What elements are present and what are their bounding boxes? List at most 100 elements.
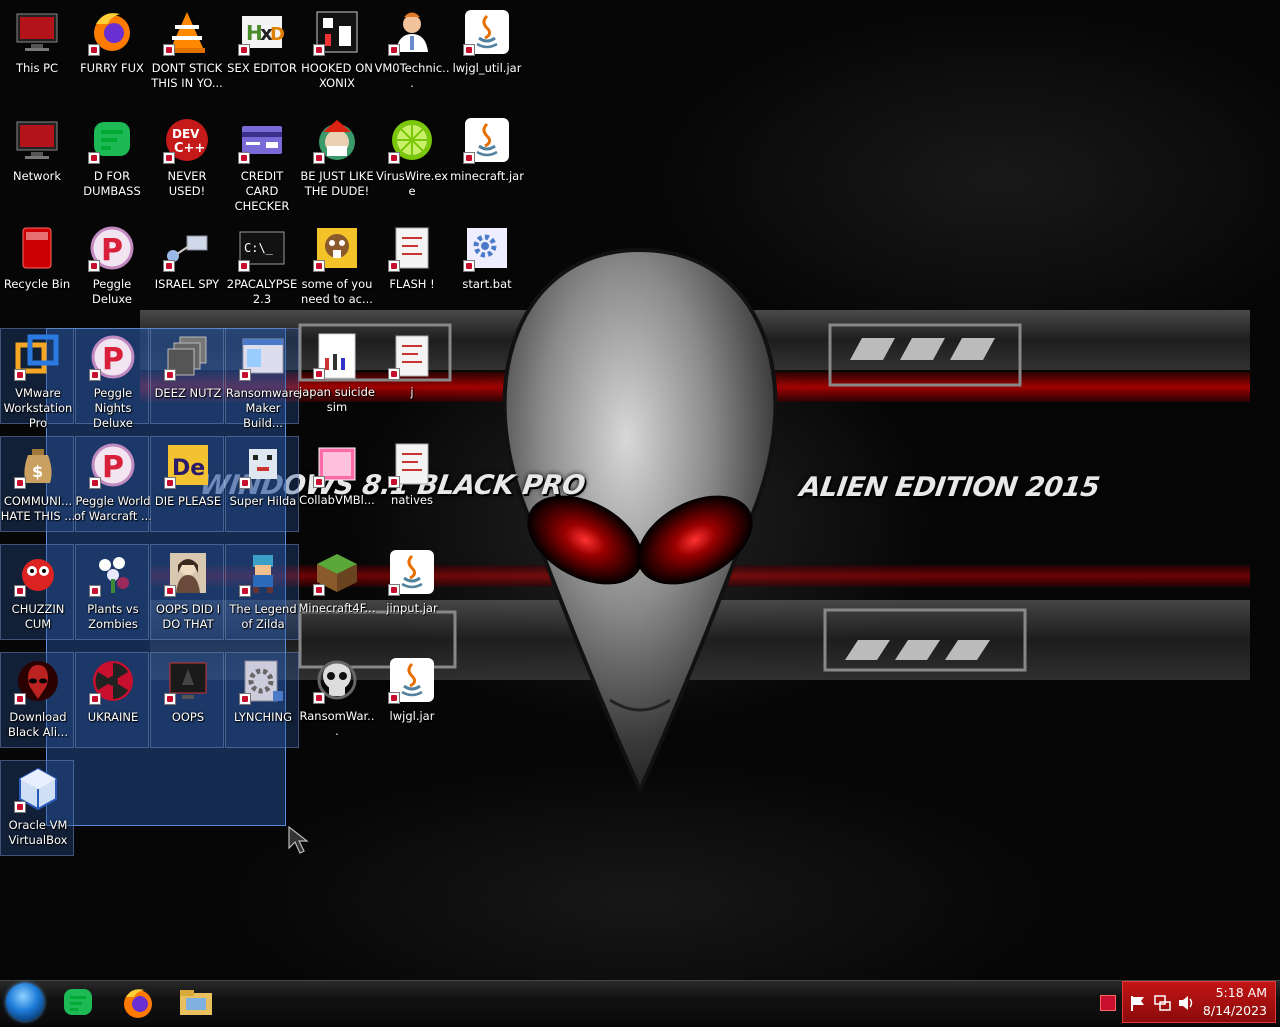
desktop-icon-label: Recycle Bin <box>3 277 71 291</box>
desktop-icon-deez-nutz[interactable]: DEEZ NUTZ <box>150 328 224 424</box>
desktop-icon-peggle-deluxe[interactable]: P Peggle Deluxe <box>75 220 149 324</box>
desktop-icon-oracle-vm-virtualbox[interactable]: Oracle VM VirtualBox <box>0 760 74 856</box>
desktop-icon-peggle-nights-deluxe[interactable]: P Peggle Nights Deluxe <box>75 328 149 430</box>
desktop-icon-sex-editor[interactable]: Hx D SEX EDITOR <box>225 4 299 108</box>
notification-badge[interactable] <box>1100 995 1116 1011</box>
start-button[interactable] <box>6 983 44 1021</box>
desktop-icon-dont-stick-this-in-yo[interactable]: DONT STICK THIS IN YO... <box>150 4 224 108</box>
svg-text:DEV: DEV <box>172 127 200 141</box>
desktop-icon-label: ISRAEL SPY <box>154 277 220 291</box>
mouse-cursor-icon <box>288 826 309 854</box>
alien-head-icon <box>14 657 62 705</box>
desktop-icon-j[interactable]: j <box>375 328 449 432</box>
desktop-icon-some-of-you-need-to-ac[interactable]: some of you need to ac... <box>300 220 374 324</box>
clock-date: 8/14/2023 <box>1202 1003 1267 1018</box>
desktop-icon-label: j <box>410 385 414 399</box>
desktop-icon-label: natives <box>391 493 433 507</box>
desktop-icon-ransomwar[interactable]: RansomWar... <box>300 652 374 756</box>
shortcut-arrow-icon <box>463 44 475 56</box>
clock[interactable]: 5:18 AM 8/14/2023 <box>1203 984 1267 1020</box>
desktop-icon-this-pc[interactable]: This PC <box>0 4 74 108</box>
desktop-icon-label: Peggle Nights Deluxe <box>93 386 133 430</box>
taskbar-firefox[interactable] <box>118 983 158 1023</box>
doctor-icon <box>388 8 436 56</box>
desktop-icon-viruswire-exe[interactable]: VirusWire.exe <box>375 112 449 216</box>
chat-icon <box>88 116 136 164</box>
desktop-icon-recycle-bin[interactable]: Recycle Bin <box>0 220 74 324</box>
desktop-icon-be-just-like-the-dude[interactable]: BE JUST LIKE THE DUDE! <box>300 112 374 216</box>
desktop-icon-label: VirusWire.exe <box>375 169 448 198</box>
hex-editor-icon: HxD <box>238 8 286 56</box>
firefox-icon <box>124 989 152 1018</box>
desktop-icon-d-for-dumbass[interactable]: D FOR DUMBASS <box>75 112 149 216</box>
desktop-icon-japan-suicide-sim[interactable]: japan suicide sim <box>299 328 375 432</box>
pixel-hero-icon <box>239 549 287 597</box>
desktop-icon-never-used[interactable]: DEV C++ NEVER USED! <box>150 112 224 216</box>
desktop-icon-die-please[interactable]: De DIE PLEASE <box>150 436 224 532</box>
shortcut-arrow-icon <box>164 369 176 381</box>
chat-icon <box>64 989 92 1015</box>
desktop-icon-collabvmbl[interactable]: CollabVMBl... <box>299 436 375 540</box>
desktop-icon-furry-fux[interactable]: FURRY FUX <box>75 4 149 108</box>
shortcut-arrow-icon <box>388 44 400 56</box>
desktop-icon-jinput-jar[interactable]: jinput.jar <box>375 544 449 648</box>
document-icon <box>313 332 361 380</box>
desktop-icon-label: Peggle World of Warcraft ... <box>74 494 152 523</box>
desktop-icon-vm0technic[interactable]: VM0Technic... <box>375 4 449 108</box>
desktop-icon-flash[interactable]: FLASH ! <box>375 220 449 324</box>
desktop-icon-label: Super Hilda <box>229 494 297 508</box>
volume-icon[interactable] <box>1177 994 1195 1012</box>
desktop-icon-lwjgl-jar[interactable]: lwjgl.jar <box>375 652 449 756</box>
desktop-icon-the-legend-of-zilda[interactable]: The Legend of Zilda <box>225 544 299 640</box>
desktop-icon-oops-did-i-do-that[interactable]: OOPS DID I DO THAT <box>150 544 224 640</box>
taskbar-file-explorer[interactable] <box>176 983 216 1023</box>
desktop-icon-ransomware-maker-build[interactable]: Ransomware Maker Build... <box>225 328 300 430</box>
shortcut-arrow-icon <box>388 260 400 272</box>
desktop-icon-ukraine[interactable]: UKRAINE <box>75 652 149 748</box>
desktop-icon-start-bat[interactable]: start.bat <box>450 220 524 324</box>
desktop-icon-natives[interactable]: natives <box>375 436 449 540</box>
shortcut-arrow-icon <box>239 585 251 597</box>
desktop-icon-credit-card-checker[interactable]: CREDIT CARD CHECKER <box>225 112 299 216</box>
desktop-icon-israel-spy[interactable]: ISRAEL SPY <box>150 220 224 324</box>
network-icon[interactable] <box>1153 994 1171 1012</box>
desktop-icon-super-hilda[interactable]: Super Hilda <box>225 436 299 532</box>
desktop-icon-minecraft-jar[interactable]: minecraft.jar <box>450 112 524 216</box>
desktop-icon-network[interactable]: Network <box>0 112 74 216</box>
desktop-icon-plants-vs-zombies[interactable]: Plants vs Zombies <box>75 544 149 640</box>
action-center-flag-icon[interactable] <box>1129 994 1147 1012</box>
shortcut-arrow-icon <box>313 368 325 380</box>
desktop-icon-minecraft4f[interactable]: Minecraft4F... <box>299 544 376 648</box>
desktop-icon-download-black-ali[interactable]: Download Black Ali... <box>0 652 74 748</box>
desktop-icon-label: This PC <box>15 61 59 75</box>
stack-icon <box>164 333 212 381</box>
desktop-icon-chuzzin-cum[interactable]: CHUZZIN CUM <box>0 544 74 640</box>
desktop-icon-peggle-world-of-warcraft[interactable]: P Peggle World of Warcraft ... <box>74 436 152 532</box>
dev-cpp-icon: DEV C++ <box>163 116 211 164</box>
shortcut-arrow-icon <box>239 477 251 489</box>
desktop-icon-communi-hate-this[interactable]: $ COMMUNI... HATE THIS ... <box>0 436 75 532</box>
shortcut-arrow-icon <box>164 693 176 705</box>
shortcut-arrow-icon <box>88 44 100 56</box>
shortcut-arrow-icon <box>239 369 251 381</box>
shortcut-arrow-icon <box>313 260 325 272</box>
svg-text:De: De <box>172 456 205 481</box>
peggle-icon: P <box>89 333 137 381</box>
desktop-icon-label: OOPS DID I DO THAT <box>155 602 221 631</box>
desktop-icon-label: VMware Workstation Pro <box>3 386 73 430</box>
desktop-icon-vmware-workstation-pro[interactable]: VMware Workstation Pro <box>0 328 74 430</box>
desktop-icon-lynching[interactable]: LYNCHING <box>225 652 299 748</box>
firefox-icon <box>88 8 136 56</box>
shortcut-arrow-icon <box>388 584 400 596</box>
desktop-icon-2pacalypse-2-3[interactable]: C:\_ 2PACALYPSE 2.3 <box>225 220 299 324</box>
desktop-icon-label: minecraft.jar <box>450 169 524 183</box>
desktop-icon-hooked-on-xonix[interactable]: HOOKED ON XONIX <box>300 4 374 108</box>
desktop-icon-label: DEEZ NUTZ <box>154 386 222 400</box>
taskbar-chat-app[interactable] <box>58 983 98 1023</box>
desktop-icon-oops[interactable]: OOPS <box>150 652 224 748</box>
svg-text:P: P <box>102 450 124 485</box>
shortcut-arrow-icon <box>238 260 250 272</box>
desktop-icon-lwjgl-util-jar[interactable]: lwjgl_util.jar <box>450 4 524 108</box>
shortcut-arrow-icon <box>163 260 175 272</box>
shortcut-arrow-icon <box>388 152 400 164</box>
